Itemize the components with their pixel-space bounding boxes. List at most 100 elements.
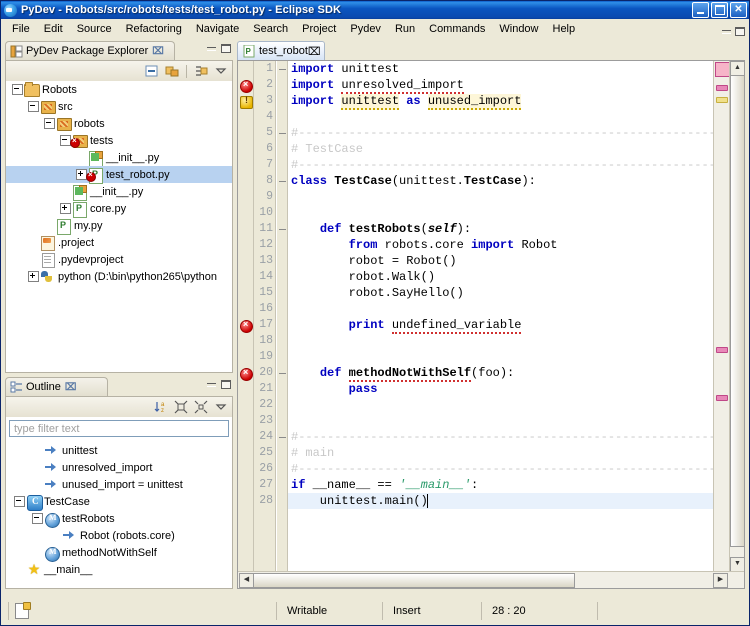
marker-gutter[interactable] bbox=[238, 61, 254, 572]
code-line[interactable] bbox=[288, 397, 714, 413]
code-line[interactable]: robot.Walk() bbox=[288, 269, 714, 285]
tree-item[interactable]: __init__.py bbox=[6, 183, 232, 201]
tab-outline[interactable]: Outline ⌧ bbox=[5, 377, 108, 396]
code-line[interactable]: unittest.main() bbox=[288, 493, 714, 509]
tree-item[interactable]: Robot (robots.core) bbox=[6, 527, 232, 544]
focus-on-active-task-icon[interactable] bbox=[193, 63, 209, 79]
overview-error-summary-icon[interactable] bbox=[715, 62, 730, 77]
menu-file[interactable]: File bbox=[5, 21, 37, 37]
code-line[interactable] bbox=[288, 205, 714, 221]
overview-ruler[interactable] bbox=[713, 61, 730, 572]
collapse-all-icon[interactable] bbox=[144, 63, 160, 79]
menu-commands[interactable]: Commands bbox=[422, 21, 492, 37]
tree-item[interactable]: Robots bbox=[6, 81, 232, 98]
tree-item[interactable]: testRobots bbox=[6, 510, 232, 528]
menu-refactoring[interactable]: Refactoring bbox=[119, 21, 189, 37]
tree-item[interactable]: .project bbox=[6, 234, 232, 251]
code-text-area[interactable]: import unittest import unresolved_import i… bbox=[288, 61, 714, 572]
tab-package-explorer[interactable]: PyDev Package Explorer ⌧ bbox=[5, 41, 175, 60]
code-line[interactable]: import unresolved_import bbox=[288, 77, 714, 94]
tree-expander[interactable] bbox=[28, 101, 39, 112]
tree-expander[interactable] bbox=[44, 118, 55, 129]
link-with-editor-icon[interactable] bbox=[164, 63, 180, 79]
tree-item[interactable]: robots bbox=[6, 115, 232, 132]
menu-window[interactable]: Window bbox=[492, 21, 545, 37]
error-marker-icon[interactable] bbox=[240, 79, 253, 93]
code-line[interactable]: class TestCase(unittest.TestCase): bbox=[288, 173, 714, 189]
scroll-left-button[interactable]: ◀ bbox=[239, 573, 254, 588]
scroll-right-button[interactable]: ▶ bbox=[713, 573, 728, 588]
menu-navigate[interactable]: Navigate bbox=[189, 21, 246, 37]
code-line[interactable] bbox=[288, 333, 714, 349]
code-line[interactable] bbox=[288, 413, 714, 429]
maximize-view-icon[interactable] bbox=[221, 44, 231, 53]
tree-expander[interactable] bbox=[60, 203, 71, 214]
tree-item[interactable]: unused_import = unittest bbox=[6, 476, 232, 493]
code-line[interactable]: #---------------------------------------… bbox=[288, 125, 714, 141]
vertical-scroll-thumb[interactable] bbox=[730, 75, 744, 547]
close-icon[interactable]: ⌧ bbox=[308, 45, 321, 58]
tree-item[interactable]: TestCase bbox=[6, 493, 232, 511]
maximize-button[interactable] bbox=[711, 2, 728, 18]
close-button[interactable]: ✕ bbox=[730, 2, 747, 18]
tree-item[interactable]: .pydevproject bbox=[6, 251, 232, 268]
menu-edit[interactable]: Edit bbox=[37, 21, 70, 37]
tree-expander[interactable] bbox=[28, 271, 39, 282]
tab-test-robot[interactable]: P test_robot ⌧ bbox=[237, 41, 325, 60]
tree-item[interactable]: ★ __main__ bbox=[6, 561, 232, 578]
error-marker-icon[interactable] bbox=[240, 319, 253, 333]
code-line[interactable]: from robots.core import Robot bbox=[288, 237, 714, 253]
expand-all-icon[interactable] bbox=[193, 399, 209, 415]
tree-item[interactable]: core.py bbox=[6, 200, 232, 218]
code-line[interactable]: def testRobots(self): bbox=[288, 221, 714, 237]
minimize-button[interactable] bbox=[692, 2, 709, 18]
tree-expander[interactable] bbox=[32, 513, 43, 524]
code-line[interactable]: # TestCase bbox=[288, 141, 714, 157]
code-line[interactable]: import unittest as unused_import bbox=[288, 93, 714, 110]
outline-filter-input[interactable]: type filter text bbox=[9, 420, 229, 437]
code-line[interactable] bbox=[288, 109, 714, 125]
code-line[interactable]: #---------------------------------------… bbox=[288, 461, 714, 477]
menu-project[interactable]: Project bbox=[295, 21, 343, 37]
menu-search[interactable]: Search bbox=[246, 21, 295, 37]
tree-item[interactable]: __init__.py bbox=[6, 149, 232, 167]
fold-toggle-icon[interactable] bbox=[279, 66, 286, 73]
sort-az-icon[interactable]: az bbox=[153, 399, 169, 415]
menu-run[interactable]: Run bbox=[388, 21, 422, 37]
folding-gutter[interactable] bbox=[277, 61, 288, 572]
minimize-view-icon[interactable] bbox=[207, 380, 216, 389]
code-line[interactable]: print undefined_variable bbox=[288, 317, 714, 334]
code-line[interactable]: def methodNotWithSelf(foo): bbox=[288, 365, 714, 382]
tree-item[interactable]: my.py bbox=[6, 217, 232, 235]
editor-vertical-scrollbar[interactable]: ▲ ▼ bbox=[729, 61, 744, 572]
code-line[interactable] bbox=[288, 301, 714, 317]
code-line[interactable]: import unittest bbox=[288, 61, 714, 77]
overview-marker-warning[interactable] bbox=[716, 97, 728, 103]
fold-toggle-icon[interactable] bbox=[279, 434, 286, 441]
code-line[interactable]: # main bbox=[288, 445, 714, 461]
tree-item[interactable]: test_robot.py bbox=[6, 166, 232, 184]
package-explorer-tree[interactable]: Robots srcrobots tests __init__.py test_robo… bbox=[6, 81, 232, 372]
code-line[interactable]: #---------------------------------------… bbox=[288, 157, 714, 173]
tree-item[interactable]: unittest bbox=[6, 442, 232, 459]
code-line[interactable]: if __name__ == '__main__': bbox=[288, 477, 714, 493]
maximize-view-icon[interactable] bbox=[221, 380, 231, 389]
tree-item[interactable]: python (D:\bin\python265\python bbox=[6, 268, 232, 285]
code-line[interactable] bbox=[288, 349, 714, 365]
code-line[interactable]: robot.SayHello() bbox=[288, 285, 714, 301]
tree-expander[interactable] bbox=[12, 84, 23, 95]
scroll-down-button[interactable]: ▼ bbox=[730, 557, 744, 572]
overview-marker-error[interactable] bbox=[716, 347, 728, 353]
menu-help[interactable]: Help bbox=[546, 21, 583, 37]
tree-item[interactable]: tests bbox=[6, 132, 232, 149]
error-marker-icon[interactable] bbox=[240, 367, 253, 381]
scroll-up-button[interactable]: ▲ bbox=[730, 61, 744, 76]
menu-source[interactable]: Source bbox=[70, 21, 119, 37]
close-icon[interactable]: ⌧ bbox=[65, 382, 77, 393]
warning-marker-icon[interactable] bbox=[240, 95, 253, 109]
tree-item[interactable]: src bbox=[6, 98, 232, 115]
overview-marker-error[interactable] bbox=[716, 85, 728, 91]
maximize-editor-icon[interactable] bbox=[735, 27, 745, 36]
close-icon[interactable]: ⌧ bbox=[152, 46, 164, 57]
code-line[interactable] bbox=[288, 189, 714, 205]
